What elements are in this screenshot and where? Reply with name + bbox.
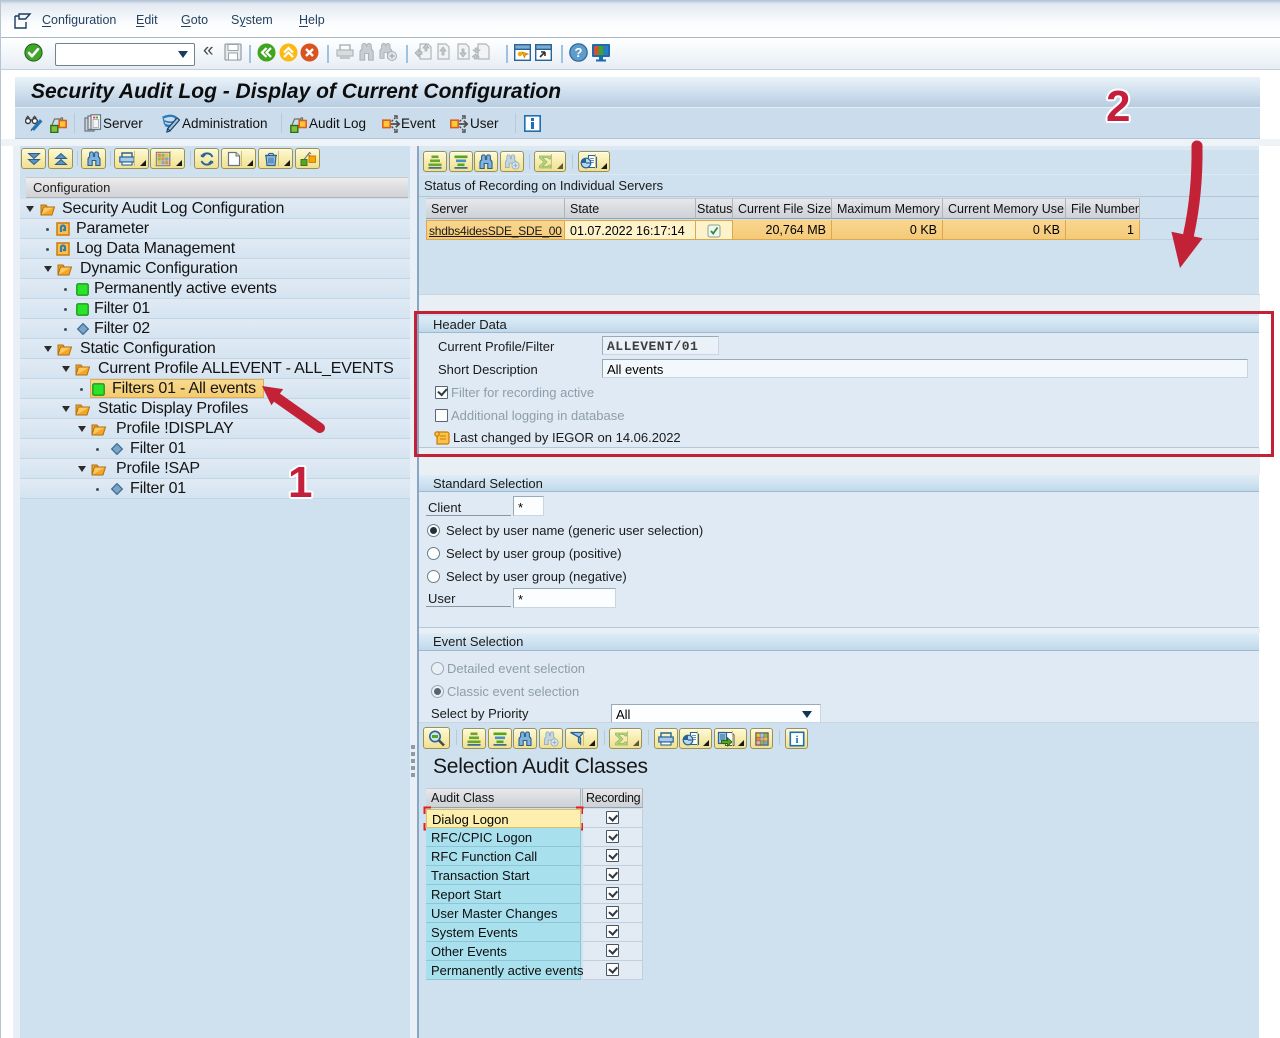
svg-text:?: ? bbox=[575, 45, 583, 60]
svg-text:i: i bbox=[795, 734, 798, 746]
